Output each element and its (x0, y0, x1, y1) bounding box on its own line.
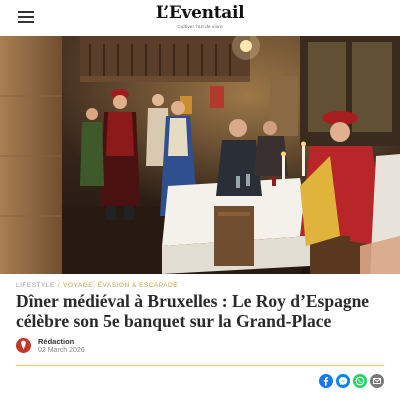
site-logo[interactable]: L’Eventail Cultiver l’art de vivre (140, 4, 260, 29)
publish-date: 02 March 2026 (38, 347, 85, 354)
avatar-icon[interactable] (16, 338, 31, 353)
category-secondary[interactable]: VOYAGE, ÉVASION & ESCAPADE (63, 282, 178, 289)
site-header: L’Eventail Cultiver l’art de vivre (0, 0, 400, 36)
whatsapp-icon[interactable] (353, 374, 367, 388)
email-icon[interactable] (370, 374, 384, 388)
category-separator: / (57, 282, 61, 289)
facebook-icon[interactable] (319, 374, 333, 388)
hero-photo (0, 36, 400, 274)
messenger-icon[interactable] (336, 374, 350, 388)
share-bar (319, 374, 384, 390)
hamburger-menu-icon[interactable] (18, 11, 34, 23)
article-category: LIFESTYLE / VOYAGE, ÉVASION & ESCAPADE (16, 282, 178, 289)
author-name[interactable]: Rédaction (38, 337, 74, 346)
category-primary[interactable]: LIFESTYLE (16, 282, 55, 289)
logo-tagline: Cultiver l’art de vivre (177, 24, 223, 29)
author-block: Rédaction 02 March 2026 (16, 336, 216, 356)
divider (16, 365, 384, 366)
logo-text: L’Eventail (155, 3, 245, 23)
article-title: Dîner médiéval à Bruxelles : Le Roy d’Es… (16, 291, 370, 331)
